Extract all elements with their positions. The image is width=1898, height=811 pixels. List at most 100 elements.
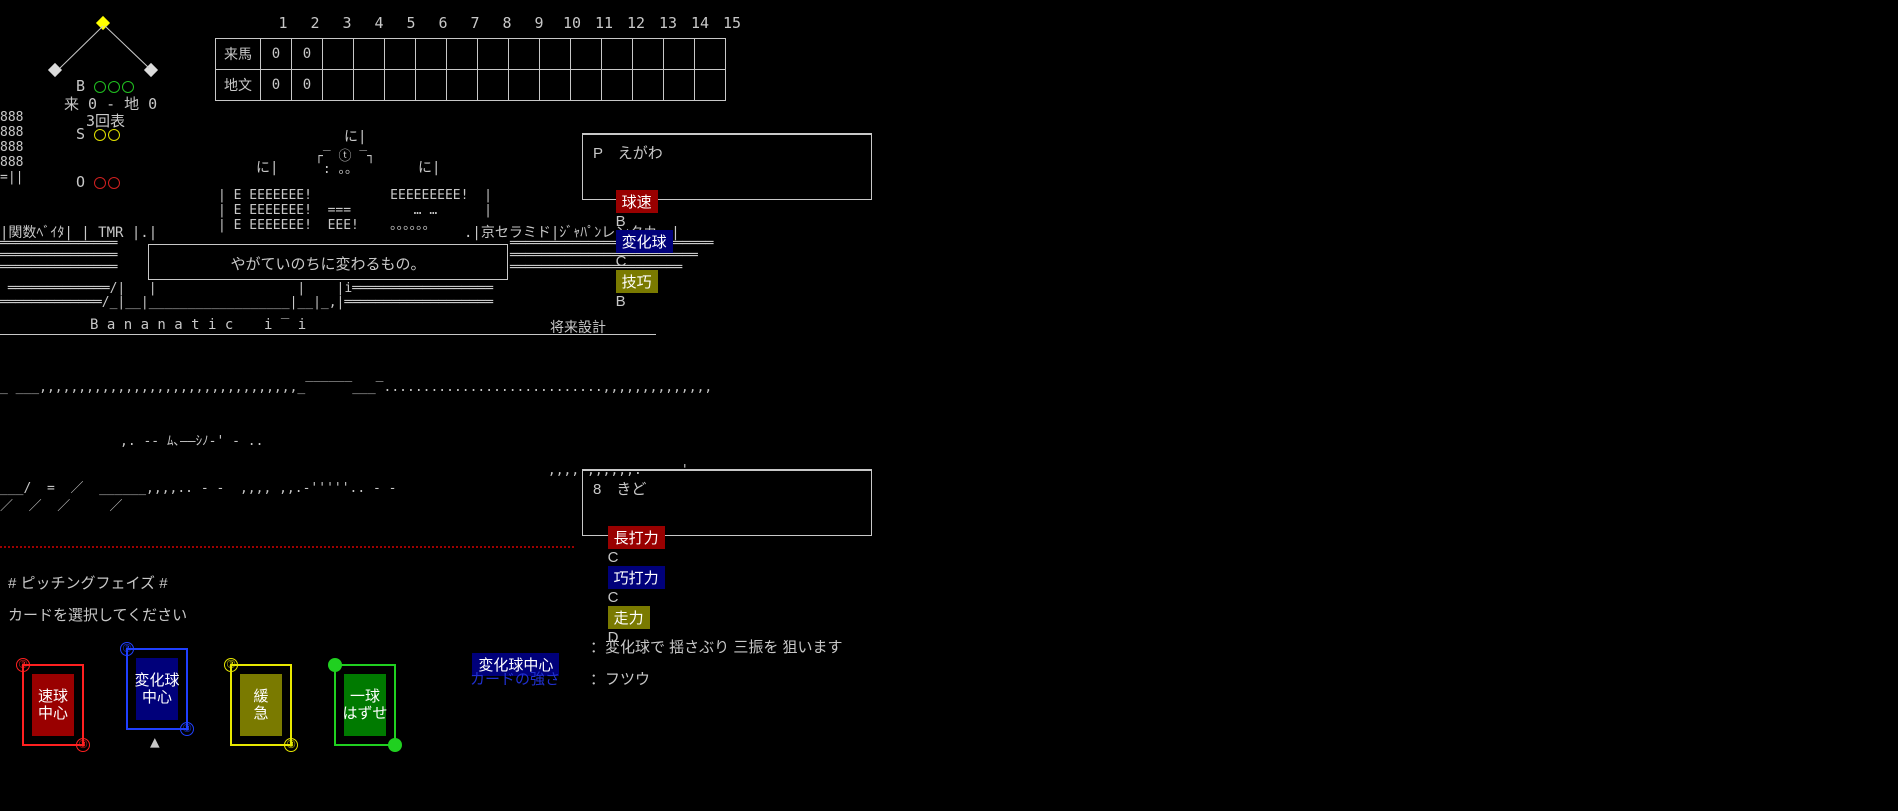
card-change-of-pace[interactable]: 緩 急③ ③ [224, 658, 298, 752]
field-art-2: ,. -- ﾑ､――ｼﾉ-' - .. [120, 434, 264, 449]
electronic-board: やがていのちに変わるもの。 [148, 244, 508, 280]
inning-score-cell [694, 69, 726, 101]
strike-label: S [76, 125, 86, 143]
bananatic-sign: B a n a n a t i c [90, 317, 234, 333]
batter-panel: 8 きど 長打力 C 巧打力 C 走力 D [582, 469, 872, 646]
inning-score-cell [384, 38, 416, 70]
card-strength-badge-icon [328, 658, 342, 672]
card-strength-badge-icon: ③ [76, 738, 90, 752]
stat-breaking-grade: C [615, 253, 627, 270]
scoreboard: 来馬 0 0 地文 0 0 [215, 38, 726, 101]
inning-score-cell: 0 [291, 38, 323, 70]
inning-number: 3 [342, 14, 352, 32]
inning-number: 8 [502, 14, 512, 32]
inning-number: 9 [534, 14, 544, 32]
inning-number: 10 [563, 14, 582, 32]
card-breaking-ball[interactable]: 変化球 中心 ③ ③ [120, 642, 194, 736]
inning-number: 11 [595, 14, 614, 32]
inning-score-cell [384, 69, 416, 101]
inning-score-cell [539, 69, 571, 101]
stat-contact-grade: C [607, 589, 619, 606]
out-label: O [76, 173, 86, 191]
card-description: ：変化球で 揺さぶり 三振を 狙います [590, 639, 843, 656]
foul-line-art [0, 546, 574, 552]
stat-speed-tag: 球速 [615, 190, 658, 213]
inning-score-cell [632, 38, 664, 70]
card-strength-label: カードの強さ [470, 671, 561, 688]
inning-number: 15 [723, 14, 742, 32]
ball-dot [108, 80, 121, 93]
selected-card-marker-icon: ▲ [150, 732, 160, 751]
card-label: 変化球 中心 [135, 658, 180, 720]
inning-number: 14 [691, 14, 710, 32]
stat-power-grade: C [607, 549, 619, 566]
inning-score-cell [446, 69, 478, 101]
inning-score-cell [353, 38, 385, 70]
inning-score-cell [415, 38, 447, 70]
ball-dot [94, 80, 107, 93]
out-dot [108, 176, 121, 189]
card-label: 一球 はずせ [343, 674, 388, 736]
board-message: やがていのちに変わるもの。 [230, 256, 426, 273]
inning-number: 2 [310, 14, 320, 32]
inning-number: 5 [406, 14, 416, 32]
phase-prompt: カードを選択してください [8, 607, 188, 624]
team-name: 来馬 [215, 38, 261, 70]
card-label: 速球 中心 [32, 674, 74, 736]
stat-breaking-tag: 変化球 [615, 230, 673, 253]
out-dot [94, 176, 107, 189]
inning-score-cell [477, 38, 509, 70]
inning-score-cell [508, 38, 540, 70]
card-strength-badge-icon: ③ [16, 658, 30, 672]
stat-technique-tag: 技巧 [615, 270, 658, 293]
card-strength-badge-icon: ③ [284, 738, 298, 752]
inning-score-cell [663, 38, 695, 70]
inning-number: 13 [659, 14, 678, 32]
inning-score-cell [601, 69, 633, 101]
inning-score-cell [570, 38, 602, 70]
stat-speed-tag: 走力 [607, 606, 650, 629]
stat-technique-grade: B [615, 293, 626, 310]
scoreboard-row: 地文 0 0 [215, 69, 726, 101]
inning-score-cell: 0 [260, 69, 292, 101]
stands-baseline [0, 334, 656, 335]
inning-score-cell [570, 69, 602, 101]
stat-contact-tag: 巧打力 [607, 566, 665, 589]
inning-score-cell [539, 38, 571, 70]
inning-indicator: 3回表 [86, 112, 126, 130]
inning-score-cell [694, 38, 726, 70]
inning-score-cell [663, 69, 695, 101]
inning-score-cell [322, 69, 354, 101]
card-strength-badge-icon: ③ [224, 658, 238, 672]
card-strength-badge-icon [388, 738, 402, 752]
grandstand-art: | E EEEEEEE! EEEEEEEEE! | | E EEEEEEE! =… [218, 188, 492, 233]
inning-score-cell: 0 [260, 38, 292, 70]
card-strength-badge-icon: ③ [180, 722, 194, 736]
inning-score-cell: 0 [291, 69, 323, 101]
inning-score-cell [477, 69, 509, 101]
ni-mark: に| [344, 129, 367, 145]
inning-score-cell [446, 38, 478, 70]
inning-number: 1 [278, 14, 288, 32]
stat-speed-grade: B [615, 213, 626, 230]
pitcher-name: P えがわ [593, 145, 663, 162]
scoreboard-row: 来馬 0 0 [215, 38, 726, 70]
ni-mark: に| [256, 160, 279, 176]
inning-score-cell [415, 69, 447, 101]
card-label: 緩 急 [240, 674, 282, 736]
inning-score-cell [508, 69, 540, 101]
scoreboard-tower-art: ┌‾ ⓣ ‾┐ : 。。 [315, 149, 375, 177]
inning-score-cell [601, 38, 633, 70]
pitcher-stats: 球速 B 変化球 C 技巧 B [599, 173, 673, 327]
inning-score-cell [322, 38, 354, 70]
card-pitchout[interactable]: 一球 はずせ [328, 658, 402, 752]
inning-number: 12 [627, 14, 646, 32]
card-fastball[interactable]: 速球 中心 ③ ③ [16, 658, 90, 752]
phase-title: # ピッチングフェイズ # [8, 575, 168, 592]
team-name: 地文 [215, 69, 261, 101]
inning-score-cell [353, 69, 385, 101]
batter-name: 8 きど [593, 481, 647, 498]
inning-number: 7 [470, 14, 480, 32]
ball-dot [122, 80, 135, 93]
stands-lower-art: ═════════════/| | | |i══════════════════… [0, 281, 494, 310]
